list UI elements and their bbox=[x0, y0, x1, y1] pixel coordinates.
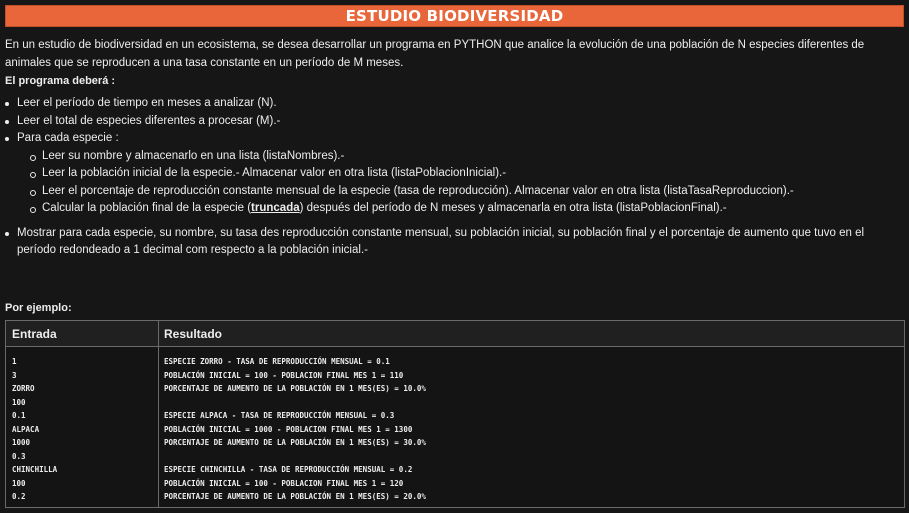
list-item: Mostrar para cada especie, su nombre, su… bbox=[5, 225, 900, 260]
entrada-cell: 1 3 ZORRO 100 0.1 ALPACA 1000 0.3 CHINCH… bbox=[12, 357, 58, 502]
list-item-label: Para cada especie : bbox=[17, 132, 119, 144]
sub-list-item: Leer su nombre y almacenarlo en una list… bbox=[17, 148, 900, 166]
header-resultado: Resultado bbox=[164, 327, 223, 341]
sub-list-item: Leer la población inicial de la especie.… bbox=[17, 165, 900, 183]
page-title: ESTUDIO BIODIVERSIDAD bbox=[345, 7, 564, 25]
resultado-cell: ESPECIE ZORRO - TASA DE REPRODUCCIÓN MEN… bbox=[164, 357, 426, 502]
table-header: Entrada Resultado bbox=[6, 321, 904, 347]
title-banner: ESTUDIO BIODIVERSIDAD bbox=[5, 5, 904, 27]
column-divider bbox=[158, 321, 159, 507]
sub-list-item: Leer el porcentaje de reproducción const… bbox=[17, 183, 900, 201]
sub-list-text: ) después del período de N meses y almac… bbox=[299, 202, 727, 214]
program-subheading: El programa deberá : bbox=[5, 75, 116, 87]
emphasis-text: truncada bbox=[251, 202, 300, 214]
requirements-list: Leer el período de tiempo en meses a ana… bbox=[5, 95, 900, 260]
header-entrada: Entrada bbox=[12, 327, 57, 341]
intro-paragraph: En un estudio de biodiversidad en un eco… bbox=[5, 39, 865, 69]
example-table: Entrada Resultado 1 3 ZORRO 100 0.1 ALPA… bbox=[5, 320, 905, 508]
sub-list: Leer su nombre y almacenarlo en una list… bbox=[17, 148, 900, 218]
list-item: Leer el período de tiempo en meses a ana… bbox=[5, 95, 900, 113]
list-item: Para cada especie : Leer su nombre y alm… bbox=[5, 130, 900, 225]
sub-list-text: Calcular la población final de la especi… bbox=[42, 202, 252, 214]
sub-list-item: Calcular la población final de la especi… bbox=[17, 200, 900, 218]
list-item: Leer el total de especies diferentes a p… bbox=[5, 113, 900, 131]
example-label: Por ejemplo: bbox=[5, 302, 72, 314]
